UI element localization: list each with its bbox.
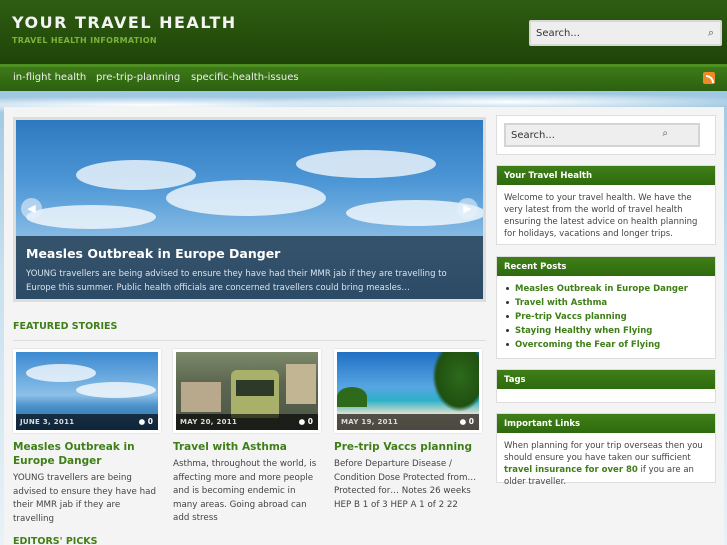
story-title[interactable]: Travel with Asthma (173, 440, 322, 454)
nav-item-in-flight-health[interactable]: in-flight health (13, 72, 86, 83)
slider-excerpt: YOUNG travellers are being advised to en… (26, 269, 447, 293)
header-search-input[interactable] (531, 22, 701, 44)
story-excerpt: YOUNG travellers are being advised to en… (13, 473, 156, 524)
divider (13, 340, 486, 341)
story-card: JUNE 3, 2011 ● 0 Measles Outbreak in Eur… (13, 349, 162, 526)
story-excerpt: Before Departure Disease / Condition Dos… (334, 459, 477, 510)
story-date: JUNE 3, 2011 (20, 418, 75, 426)
story-thumbnail[interactable]: JUNE 3, 2011 ● 0 (13, 349, 161, 433)
recent-post-link[interactable]: Overcoming the Fear of Flying (506, 338, 715, 352)
tags-widget: Tags (496, 369, 716, 403)
slider-title[interactable]: Measles Outbreak in Europe Danger (26, 246, 280, 261)
sidebar-search-box: ⌕ (504, 123, 700, 147)
story-meta: JUNE 3, 2011 ● 0 (16, 414, 158, 430)
recent-post-link[interactable]: Staying Healthy when Flying (506, 324, 715, 338)
editors-picks-heading: EDITORS' PICKS (13, 536, 98, 545)
story-meta: MAY 19, 2011 ● 0 (337, 414, 479, 430)
widget-title: Tags (497, 370, 715, 389)
about-text: Welcome to your travel health. We have t… (504, 193, 698, 239)
rss-icon[interactable] (703, 72, 715, 84)
story-date: MAY 19, 2011 (341, 418, 399, 426)
important-links-widget: Important Links When planning for your t… (496, 413, 716, 487)
story-excerpt: Asthma, throughout the world, is affecti… (173, 459, 317, 523)
nav-item-pre-trip-planning[interactable]: pre-trip-planning (96, 72, 180, 83)
search-icon[interactable]: ⌕ (662, 128, 668, 139)
recent-post-link[interactable]: Measles Outbreak in Europe Danger (506, 282, 715, 296)
slider-caption: Measles Outbreak in Europe Danger YOUNG … (16, 236, 483, 299)
sidebar-search-widget: ⌕ (496, 115, 716, 155)
about-widget: Your Travel Health Welcome to your trave… (496, 165, 716, 245)
next-arrow-icon[interactable]: ▶ (457, 198, 478, 219)
sidebar-search-input[interactable] (506, 125, 676, 145)
widget-title: Important Links (497, 414, 715, 433)
site-description: TRAVEL HEALTH INFORMATION (12, 36, 157, 45)
site-header: YOUR TRAVEL HEALTH TRAVEL HEALTH INFORMA… (0, 0, 727, 64)
nav-item-specific-health-issues[interactable]: specific-health-issues (191, 72, 299, 83)
recent-post-link[interactable]: Travel with Asthma (506, 296, 715, 310)
search-icon[interactable]: ⌕ (708, 26, 714, 40)
travel-insurance-link[interactable]: travel insurance for over 80 (504, 465, 638, 475)
story-title[interactable]: Measles Outbreak in Europe Danger (13, 440, 162, 468)
story-meta: MAY 20, 2011 ● 0 (176, 414, 318, 430)
recent-posts-list: Measles Outbreak in Europe Danger Travel… (497, 276, 715, 356)
featured-stories-heading: FEATURED STORIES (13, 321, 118, 332)
story-title[interactable]: Pre-trip Vaccs planning (334, 440, 483, 454)
featured-slider[interactable]: ◀ ▶ Measles Outbreak in Europe Danger YO… (13, 117, 486, 302)
main-navigation: in-flight health pre-trip-planning speci… (0, 64, 727, 91)
story-thumbnail[interactable]: MAY 20, 2011 ● 0 (173, 349, 321, 433)
site-title[interactable]: YOUR TRAVEL HEALTH (12, 13, 237, 32)
comment-count[interactable]: ● 0 (139, 417, 153, 426)
comment-count[interactable]: ● 0 (299, 417, 313, 426)
widget-title: Your Travel Health (497, 166, 715, 185)
story-date: MAY 20, 2011 (180, 418, 238, 426)
recent-posts-widget: Recent Posts Measles Outbreak in Europe … (496, 256, 716, 359)
prev-arrow-icon[interactable]: ◀ (21, 198, 42, 219)
story-card: MAY 20, 2011 ● 0 Travel with Asthma Asth… (173, 349, 322, 526)
widget-title: Recent Posts (497, 257, 715, 276)
header-search-box: ⌕ (529, 20, 722, 46)
comment-count[interactable]: ● 0 (460, 417, 474, 426)
recent-post-link[interactable]: Pre-trip Vaccs planning (506, 310, 715, 324)
story-card: MAY 19, 2011 ● 0 Pre-trip Vaccs planning… (334, 349, 483, 512)
story-thumbnail[interactable]: MAY 19, 2011 ● 0 (334, 349, 482, 433)
important-links-text: When planning for your trip overseas the… (504, 441, 703, 487)
